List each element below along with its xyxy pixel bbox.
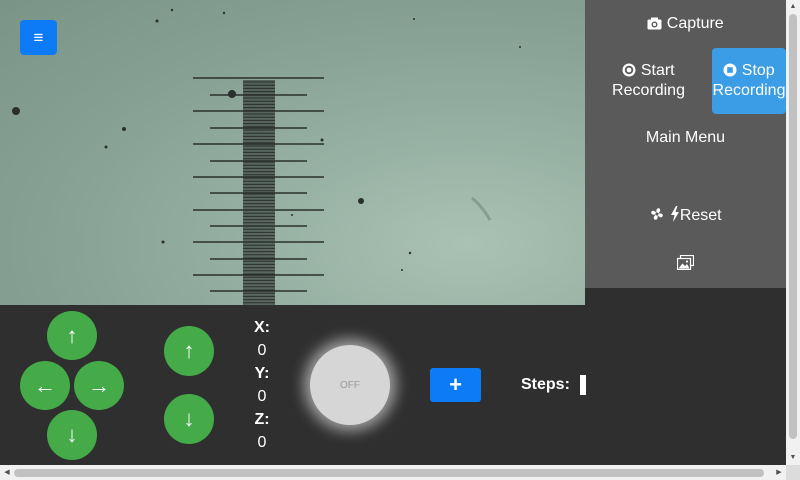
z-down-button[interactable]: ↓ bbox=[164, 394, 214, 444]
plus-icon: + bbox=[449, 372, 462, 397]
lightning-icon bbox=[670, 206, 680, 230]
start-recording-label-2: Recording bbox=[612, 82, 685, 99]
y-label: Y: bbox=[254, 365, 270, 382]
vertical-scroll-thumb[interactable] bbox=[789, 14, 797, 439]
move-left-button[interactable]: ← bbox=[20, 361, 70, 410]
move-down-button[interactable]: ↓ bbox=[47, 410, 97, 460]
stop-recording-label-1: Stop bbox=[741, 62, 775, 79]
arrow-up-icon: ↑ bbox=[66, 322, 78, 348]
arrow-left-icon: ← bbox=[34, 372, 56, 398]
camera-icon bbox=[647, 12, 662, 40]
arrow-up-icon: ↑ bbox=[183, 338, 195, 363]
scroll-left-arrow-icon[interactable]: ◀ bbox=[0, 465, 14, 480]
capture-label: Capture bbox=[666, 15, 724, 32]
horizontal-scroll-thumb[interactable] bbox=[14, 469, 764, 477]
start-recording-label-1: Start bbox=[640, 62, 675, 79]
stop-recording-button[interactable]: Stop Recording bbox=[712, 48, 786, 114]
light-toggle-state: OFF bbox=[340, 379, 360, 391]
steps-label: Steps: bbox=[521, 376, 570, 393]
scroll-right-arrow-icon[interactable]: ▶ bbox=[772, 465, 786, 480]
x-label: X: bbox=[254, 319, 270, 336]
arrow-down-icon: ↓ bbox=[183, 406, 195, 431]
record-icon bbox=[622, 63, 636, 82]
images-icon bbox=[676, 254, 695, 278]
arrow-right-icon: → bbox=[88, 372, 110, 398]
capture-button[interactable]: Capture bbox=[585, 10, 786, 38]
vertical-scrollbar[interactable]: ▲ ▼ bbox=[786, 0, 800, 465]
z-value: 0 bbox=[257, 434, 267, 451]
scroll-down-arrow-icon[interactable]: ▼ bbox=[786, 451, 800, 465]
steps-input[interactable] bbox=[580, 375, 586, 395]
main-menu-label: Main Menu bbox=[645, 129, 726, 146]
camera-feed: ≡ bbox=[0, 0, 585, 305]
fan-icon bbox=[649, 206, 665, 230]
z-label: Z: bbox=[254, 411, 270, 428]
reset-button[interactable]: Reset bbox=[585, 204, 786, 228]
hamburger-icon: ≡ bbox=[33, 28, 44, 47]
reset-label: Reset bbox=[679, 207, 722, 224]
move-right-button[interactable]: → bbox=[74, 361, 124, 410]
add-button[interactable]: + bbox=[430, 368, 481, 402]
app-viewport: ≡ Capture Start Recording Stop Recording… bbox=[0, 0, 786, 465]
start-recording-button[interactable]: Start Recording bbox=[599, 49, 698, 113]
main-menu-button[interactable]: Main Menu bbox=[585, 126, 786, 150]
stop-icon bbox=[723, 63, 737, 82]
stop-recording-label-2: Recording bbox=[712, 82, 786, 99]
arrow-down-icon: ↓ bbox=[66, 422, 78, 447]
side-panel: Capture Start Recording Stop Recording M… bbox=[585, 0, 786, 288]
move-up-button[interactable]: ↑ bbox=[47, 311, 97, 360]
y-value: 0 bbox=[257, 388, 267, 405]
light-toggle-button[interactable]: OFF bbox=[310, 345, 390, 425]
z-up-button[interactable]: ↑ bbox=[164, 326, 214, 376]
scrollbar-corner bbox=[786, 465, 800, 480]
microscope-image bbox=[12, 8, 521, 305]
scroll-up-arrow-icon[interactable]: ▲ bbox=[786, 0, 800, 14]
x-value: 0 bbox=[257, 342, 267, 359]
gallery-button[interactable] bbox=[585, 252, 786, 276]
menu-button[interactable]: ≡ bbox=[20, 20, 57, 55]
horizontal-scrollbar[interactable]: ◀ ▶ bbox=[0, 465, 786, 480]
